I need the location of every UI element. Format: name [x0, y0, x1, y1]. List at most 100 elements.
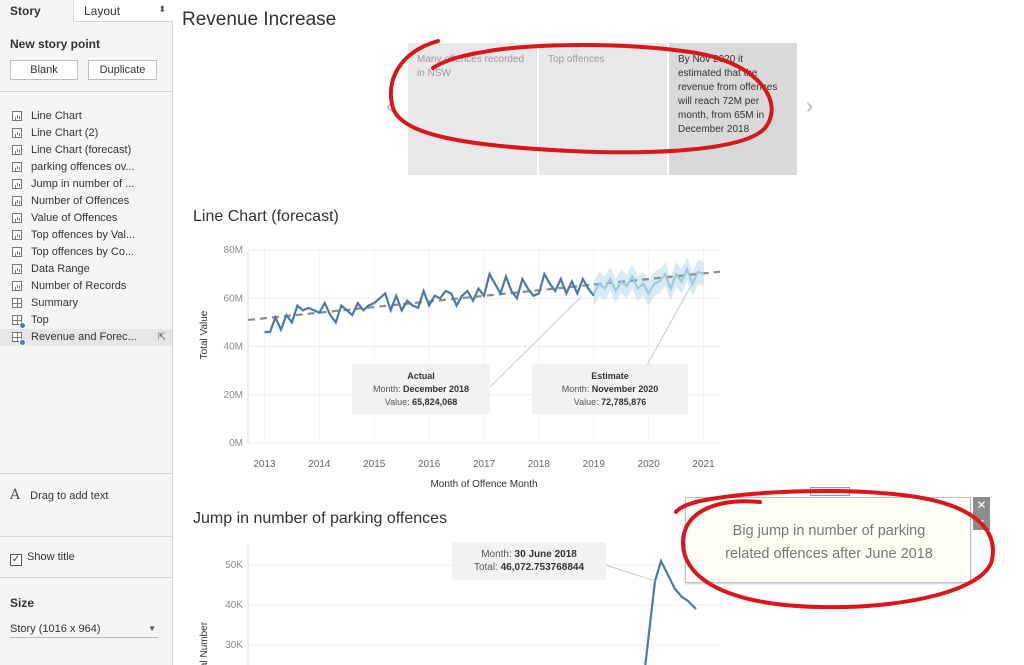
annotation-line-2: related offences after June 2018	[725, 546, 933, 562]
sheet-item[interactable]: Jump in number of ...	[0, 176, 172, 193]
estimate-value: 72,785,876	[601, 397, 647, 407]
go-to-sheet-icon[interactable]: ⇱	[158, 329, 166, 346]
sheet-item[interactable]: Line Chart	[0, 108, 172, 125]
chevron-left-icon[interactable]: ‹	[386, 93, 393, 119]
size-value: Story (1016 x 964)	[10, 623, 101, 635]
chart2-title: Jump in number of parking offences	[193, 510, 448, 527]
drag-text-label: Drag to add text	[30, 490, 109, 502]
duplicate-button[interactable]: Duplicate	[88, 60, 157, 80]
used-check-icon	[19, 339, 26, 346]
checkbox-checked-icon: ✓	[10, 554, 22, 566]
actual-month: December 2018	[402, 384, 470, 394]
sort-arrows-icon: ⬍	[158, 4, 166, 14]
y-tick-label: 80M	[224, 245, 243, 256]
worksheet-icon	[12, 179, 22, 189]
sheet-item[interactable]: Summary	[0, 295, 172, 312]
sheet-label: Revenue and Forec...	[31, 331, 137, 343]
story-point-1[interactable]: Many offences recorded in NSW	[408, 43, 537, 175]
x-tick-label: 2016	[418, 459, 441, 470]
story-title: Revenue Increase	[182, 9, 337, 30]
estimate-month-label: Month:	[561, 384, 590, 394]
sheet-item[interactable]: Line Chart (forecast)	[0, 142, 172, 159]
sheet-item[interactable]: Revenue and Forec... ⇱	[0, 329, 172, 346]
story-point-2[interactable]: Top offences	[539, 43, 667, 175]
divider	[0, 536, 172, 537]
sheet-item[interactable]: parking offences ov...	[0, 159, 172, 176]
y-tick-label: 60M	[224, 293, 243, 304]
estimate-tooltip: Estimate Month: November 2020 Value: 72,…	[532, 364, 688, 414]
x-tick-label: 2018	[528, 459, 551, 470]
estimate-value-label: Value:	[573, 397, 599, 407]
x-axis-label: Month of Offence Month	[430, 479, 537, 490]
dashboard-icon	[12, 315, 26, 329]
worksheet-icon	[12, 111, 22, 121]
x-tick-label: 2014	[308, 459, 331, 470]
sheet-item[interactable]: Number of Records	[0, 278, 172, 295]
annotation-box[interactable]: Big jump in number of parking related of…	[685, 497, 971, 583]
size-dropdown[interactable]: Story (1016 x 964) ▼	[10, 620, 158, 638]
x-tick-label: 2021	[692, 459, 715, 470]
worksheet-icon	[12, 230, 22, 240]
sheet-item[interactable]: Value of Offences	[0, 210, 172, 227]
drag-text-object[interactable]: A Drag to add text	[10, 487, 108, 503]
worksheet-icon	[12, 162, 22, 172]
tab-layout[interactable]: Layout ⬍	[73, 0, 173, 22]
leader-line	[605, 564, 656, 582]
divider	[0, 91, 172, 92]
dashboard-icon	[12, 298, 22, 308]
x-tick-label: 2013	[253, 459, 276, 470]
x-tick-label: 2015	[363, 459, 386, 470]
actual-value-label: Value:	[384, 397, 410, 407]
worksheet-icon	[12, 128, 22, 138]
sheet-item[interactable]: Top	[0, 312, 172, 329]
sheet-label: Jump in number of ...	[31, 178, 135, 190]
sheet-label: Line Chart	[31, 110, 82, 122]
dashboard-icon	[12, 332, 26, 346]
sheet-label: Line Chart (2)	[31, 127, 99, 139]
sheet-label: Number of Offences	[31, 195, 130, 207]
sheet-item[interactable]: Number of Offences	[0, 193, 172, 210]
actual-value: 65,824,068	[412, 397, 458, 407]
tab-layout-label: Layout	[84, 4, 121, 18]
sheet-label: Summary	[31, 297, 79, 309]
blank-button[interactable]: Blank	[10, 60, 78, 80]
tab-story[interactable]: Story	[0, 0, 73, 22]
x-tick-label: 2020	[638, 459, 661, 470]
worksheet-icon	[12, 247, 22, 257]
sheet-label: parking offences ov...	[31, 161, 135, 173]
actual-heading: Actual	[407, 371, 435, 381]
show-title-checkbox[interactable]: ✓ Show title	[10, 551, 75, 566]
jump-tooltip: Month: 30 June 2018 Total: 46,072.753768…	[452, 542, 606, 580]
sheet-item[interactable]: Data Range	[0, 261, 172, 278]
y-tick-label: 0M	[229, 438, 243, 449]
text-object-icon: A	[10, 487, 21, 503]
used-check-icon	[19, 322, 26, 329]
chevron-down-icon: ▼	[148, 624, 156, 633]
worksheet-icon	[12, 281, 22, 291]
sheet-label: Top	[31, 314, 49, 326]
sheet-item[interactable]: Line Chart (2)	[0, 125, 172, 142]
chevron-right-icon[interactable]: ›	[806, 93, 813, 119]
tooltip-month: 30 June 2018	[514, 549, 577, 560]
y-tick-label: 40M	[224, 342, 243, 353]
tooltip-total-label: Total:	[473, 562, 498, 573]
divider	[0, 473, 172, 474]
worksheet-icon	[12, 213, 22, 223]
estimate-heading: Estimate	[591, 371, 629, 381]
sheet-list: Line Chart Line Chart (2) Line Chart (fo…	[0, 108, 172, 346]
annotation-drag-handle[interactable]	[810, 487, 850, 496]
worksheet-icon	[12, 145, 22, 155]
tooltip-total: 46,072.753768844	[500, 562, 585, 573]
annotation-line-1: Big jump in number of parking	[732, 523, 926, 539]
actual-tooltip: Actual Month: December 2018 Value: 65,82…	[352, 364, 490, 414]
sheet-item[interactable]: Top offences by Co...	[0, 244, 172, 261]
close-icon[interactable]: ✕	[973, 497, 990, 514]
size-heading: Size	[10, 596, 35, 610]
sheet-label: Line Chart (forecast)	[31, 144, 132, 156]
chevron-down-icon[interactable]: ▾	[973, 514, 990, 530]
y-tick-label: 50K	[225, 560, 243, 571]
worksheet-icon	[12, 264, 22, 274]
story-point-3[interactable]: By Nov 2020 it estimated that the revenu…	[669, 43, 797, 175]
sheet-item[interactable]: Top offences by Val...	[0, 227, 172, 244]
y-tick-label: 40K	[225, 600, 243, 611]
